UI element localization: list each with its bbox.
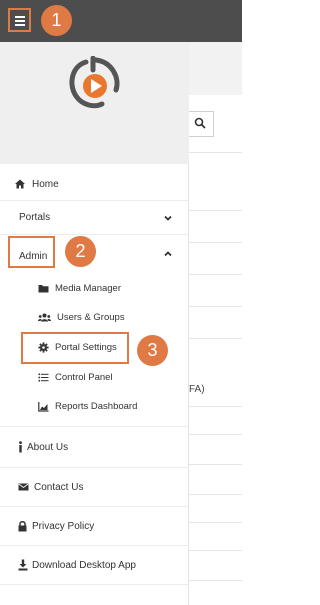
users-icon — [38, 313, 51, 321]
menu-divider — [0, 426, 189, 427]
menu-item-label: Home — [32, 178, 59, 190]
menu-divider — [0, 506, 189, 507]
menu-divider — [0, 234, 189, 235]
menu-item-label: Contact Us — [34, 481, 84, 493]
menu-item-home[interactable]: Home — [0, 174, 189, 194]
chevron-up-icon — [164, 251, 172, 257]
row-divider — [188, 338, 242, 339]
row-divider — [188, 434, 242, 435]
admin-item-label: Control Panel — [55, 371, 113, 383]
callout-highlight-1 — [8, 8, 31, 32]
envelope-icon — [18, 483, 29, 491]
callout-highlight-3 — [21, 332, 129, 364]
admin-item-label: Reports Dashboard — [55, 400, 138, 412]
callout-number-3: 3 — [137, 335, 168, 366]
menu-item-about-us[interactable]: About Us — [0, 437, 189, 457]
logo-icon — [69, 56, 120, 109]
row-divider — [188, 306, 242, 307]
lock-icon — [18, 520, 27, 532]
menu-divider — [0, 200, 189, 201]
row-divider — [188, 550, 242, 551]
menu-divider — [0, 467, 189, 468]
chevron-down-icon — [164, 215, 172, 221]
menu-item-label: Portals — [19, 211, 51, 223]
menu-item-contact-us[interactable]: Contact Us — [0, 477, 189, 497]
home-icon — [15, 179, 25, 189]
top-bar — [0, 0, 242, 42]
navigation-drawer: Home Portals Admin Media Manager Users &… — [0, 42, 189, 605]
search-icon — [194, 117, 206, 129]
admin-item-control-panel[interactable]: Control Panel — [38, 368, 113, 386]
download-icon — [18, 559, 28, 571]
menu-item-label: Download Desktop App — [32, 559, 136, 571]
row-divider — [188, 152, 242, 153]
row-divider — [188, 464, 242, 465]
admin-item-label: Media Manager — [55, 282, 122, 294]
content-panel — [188, 95, 242, 605]
row-divider — [188, 494, 242, 495]
info-icon — [19, 441, 22, 453]
admin-item-reports-dashboard[interactable]: Reports Dashboard — [38, 397, 137, 415]
callout-number-1: 1 — [41, 5, 72, 36]
callout-highlight-2 — [8, 236, 55, 268]
list-icon — [38, 373, 49, 381]
menu-item-label: About Us — [27, 441, 69, 453]
menu-item-label: Privacy Policy — [32, 520, 95, 532]
admin-item-users-groups[interactable]: Users & Groups — [38, 308, 125, 326]
search-button[interactable] — [188, 111, 214, 137]
menu-divider — [0, 584, 189, 585]
folder-icon — [38, 284, 49, 292]
row-divider — [188, 406, 242, 407]
admin-item-media-manager[interactable]: Media Manager — [38, 279, 121, 297]
row-divider — [188, 210, 242, 211]
admin-item-label: Users & Groups — [57, 311, 125, 323]
row-divider — [188, 242, 242, 243]
truncated-text: FA) — [189, 384, 205, 395]
menu-divider — [0, 545, 189, 546]
row-divider — [188, 274, 242, 275]
row-divider — [188, 580, 242, 581]
row-divider — [188, 522, 242, 523]
callout-number-2: 2 — [65, 236, 96, 267]
menu-item-download-desktop-app[interactable]: Download Desktop App — [0, 555, 189, 575]
menu-item-privacy-policy[interactable]: Privacy Policy — [0, 516, 189, 536]
menu-item-portals[interactable]: Portals — [0, 207, 189, 227]
chart-icon — [38, 401, 49, 412]
drawer-header — [0, 42, 189, 164]
